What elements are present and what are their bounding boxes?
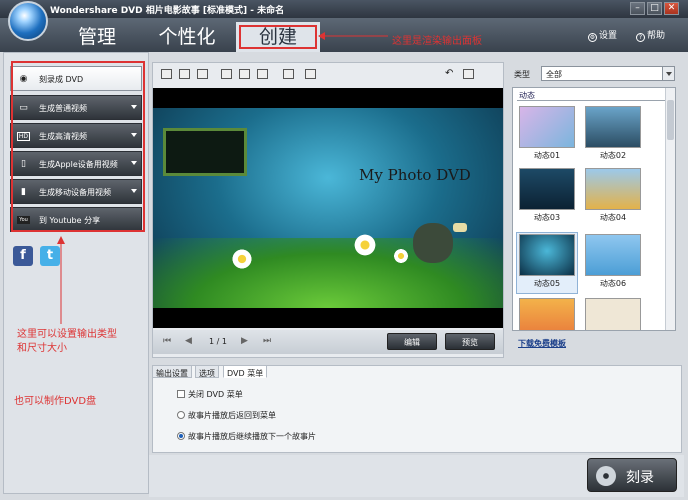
last-page-icon[interactable]: ⏭ (263, 336, 271, 346)
tab-options[interactable]: 选项 (195, 365, 219, 378)
template-label: 动态03 (533, 213, 561, 222)
dvd-menu-preview: My Photo DVD (153, 88, 503, 328)
template-thumbnail[interactable] (585, 106, 641, 148)
align-right-icon[interactable] (197, 69, 208, 79)
page-indicator: 1 / 1 (209, 337, 227, 346)
maximize-button[interactable]: □ (647, 2, 662, 15)
annotation-output-type: 这里可以设置输出类型 和尺寸大小 (17, 329, 117, 354)
template-label: 动态06 (599, 279, 627, 288)
annotation-box (11, 61, 145, 232)
close-menu-label: 关闭 DVD 菜单 (188, 390, 243, 399)
align-top-icon[interactable] (221, 69, 232, 79)
app-logo (8, 1, 48, 41)
flower-graphic (393, 248, 409, 264)
play-next-label: 故事片播放后继续播放下一个故事片 (188, 432, 316, 441)
edit-button[interactable]: 编辑 (387, 333, 437, 350)
align-bottom-icon[interactable] (257, 69, 268, 79)
save-icon[interactable] (463, 69, 474, 79)
chevron-down-icon (662, 67, 674, 80)
return-to-menu-radio[interactable]: 故事片播放后返回到菜单 (177, 410, 276, 421)
title-bar: Wondershare DVD 相片电影故事 [标准模式] - 未命名 – □ … (0, 0, 688, 18)
tab-dvd-menu[interactable]: DVD 菜单 (223, 365, 268, 378)
tab-manage[interactable]: 管理 (62, 22, 132, 52)
annotation-dvd-disc: 也可以制作DVD盘 (14, 396, 97, 407)
align-center-icon[interactable] (179, 69, 190, 79)
minimize-button[interactable]: – (630, 2, 645, 15)
template-thumbnail[interactable] (585, 168, 641, 210)
prev-page-icon[interactable]: ◀ (185, 336, 192, 346)
tab-personalize[interactable]: 个性化 (145, 22, 229, 52)
play-next-radio[interactable]: 故事片播放后继续播放下一个故事片 (177, 431, 316, 442)
tab-create[interactable]: 创建 (236, 22, 320, 52)
close-menu-checkbox[interactable]: 关闭 DVD 菜单 (177, 389, 243, 400)
gear-icon: ⚙ (588, 33, 597, 42)
template-label: 动态05 (533, 279, 561, 288)
dvd-title-text[interactable]: My Photo DVD (359, 166, 471, 184)
divider (517, 100, 665, 101)
tab-output-settings[interactable]: 输出设置 (152, 365, 192, 378)
distribute-icon[interactable] (305, 69, 316, 79)
menu-background: My Photo DVD (153, 108, 503, 308)
annotation-arrow-right (318, 32, 388, 40)
burn-button[interactable]: 刻录 (587, 458, 677, 492)
download-templates-link[interactable]: 下载免费模板 (518, 338, 566, 349)
template-thumbnail[interactable] (519, 298, 575, 330)
template-thumbnail[interactable] (585, 234, 641, 276)
flower-graphic (353, 233, 377, 257)
settings-panel: 输出设置 选项 DVD 菜单 关闭 DVD 菜单 故事片播放后返回到菜单 故事片… (152, 365, 682, 453)
return-to-menu-label: 故事片播放后返回到菜单 (188, 411, 276, 420)
template-thumbnail[interactable] (519, 234, 575, 276)
help-link[interactable]: ? 帮助 (636, 28, 665, 42)
template-thumbnail[interactable] (585, 298, 641, 330)
disc-icon (596, 466, 616, 486)
next-arrow-icon[interactable] (453, 223, 467, 232)
first-page-icon[interactable]: ⏮ (163, 336, 171, 346)
template-panel: 类型 全部 动态 动态01 动态02 动态03 动态04 动态05 动态06 下… (508, 62, 678, 358)
burn-label: 刻录 (626, 470, 654, 486)
photo-frame[interactable] (163, 128, 247, 176)
settings-link[interactable]: ⚙ 设置 (588, 28, 617, 42)
radio-button[interactable] (177, 411, 185, 419)
rock-graphic (413, 223, 453, 263)
window-title: Wondershare DVD 相片电影故事 [标准模式] - 未命名 (50, 6, 285, 16)
same-size-icon[interactable] (283, 69, 294, 79)
template-label: 动态02 (599, 151, 627, 160)
annotation-render-panel: 这里是渲染输出面板 (392, 36, 482, 47)
template-thumbnail[interactable] (519, 168, 575, 210)
annotation-box (239, 25, 317, 49)
help-icon: ? (636, 33, 645, 42)
template-label: 动态01 (533, 151, 561, 160)
type-label: 类型 (514, 70, 530, 79)
type-dropdown[interactable]: 全部 (541, 66, 675, 81)
template-list: 动态 动态01 动态02 动态03 动态04 动态05 动态06 (512, 87, 676, 331)
undo-icon[interactable]: ↶ (445, 69, 456, 79)
annotation-arrow-up (57, 236, 65, 324)
radio-button[interactable] (177, 432, 185, 440)
preview-controls: ⏮ ◀ 1 / 1 ▶ ⏭ 编辑 预览 (153, 330, 503, 354)
facebook-icon[interactable]: f (13, 246, 33, 266)
type-value: 全部 (546, 70, 562, 79)
settings-label: 设置 (599, 31, 618, 41)
template-thumbnail[interactable] (519, 106, 575, 148)
align-left-icon[interactable] (161, 69, 172, 79)
help-label: 帮助 (647, 31, 666, 41)
close-button[interactable]: ✕ (664, 2, 679, 15)
scrollbar-thumb[interactable] (667, 100, 674, 140)
flower-graphic (231, 248, 253, 270)
preview-button[interactable]: 预览 (445, 333, 495, 350)
template-label: 动态04 (599, 213, 627, 222)
template-scrollbar[interactable] (665, 88, 675, 330)
checkbox[interactable] (177, 390, 185, 398)
align-middle-icon[interactable] (239, 69, 250, 79)
next-page-icon[interactable]: ▶ (241, 336, 248, 346)
